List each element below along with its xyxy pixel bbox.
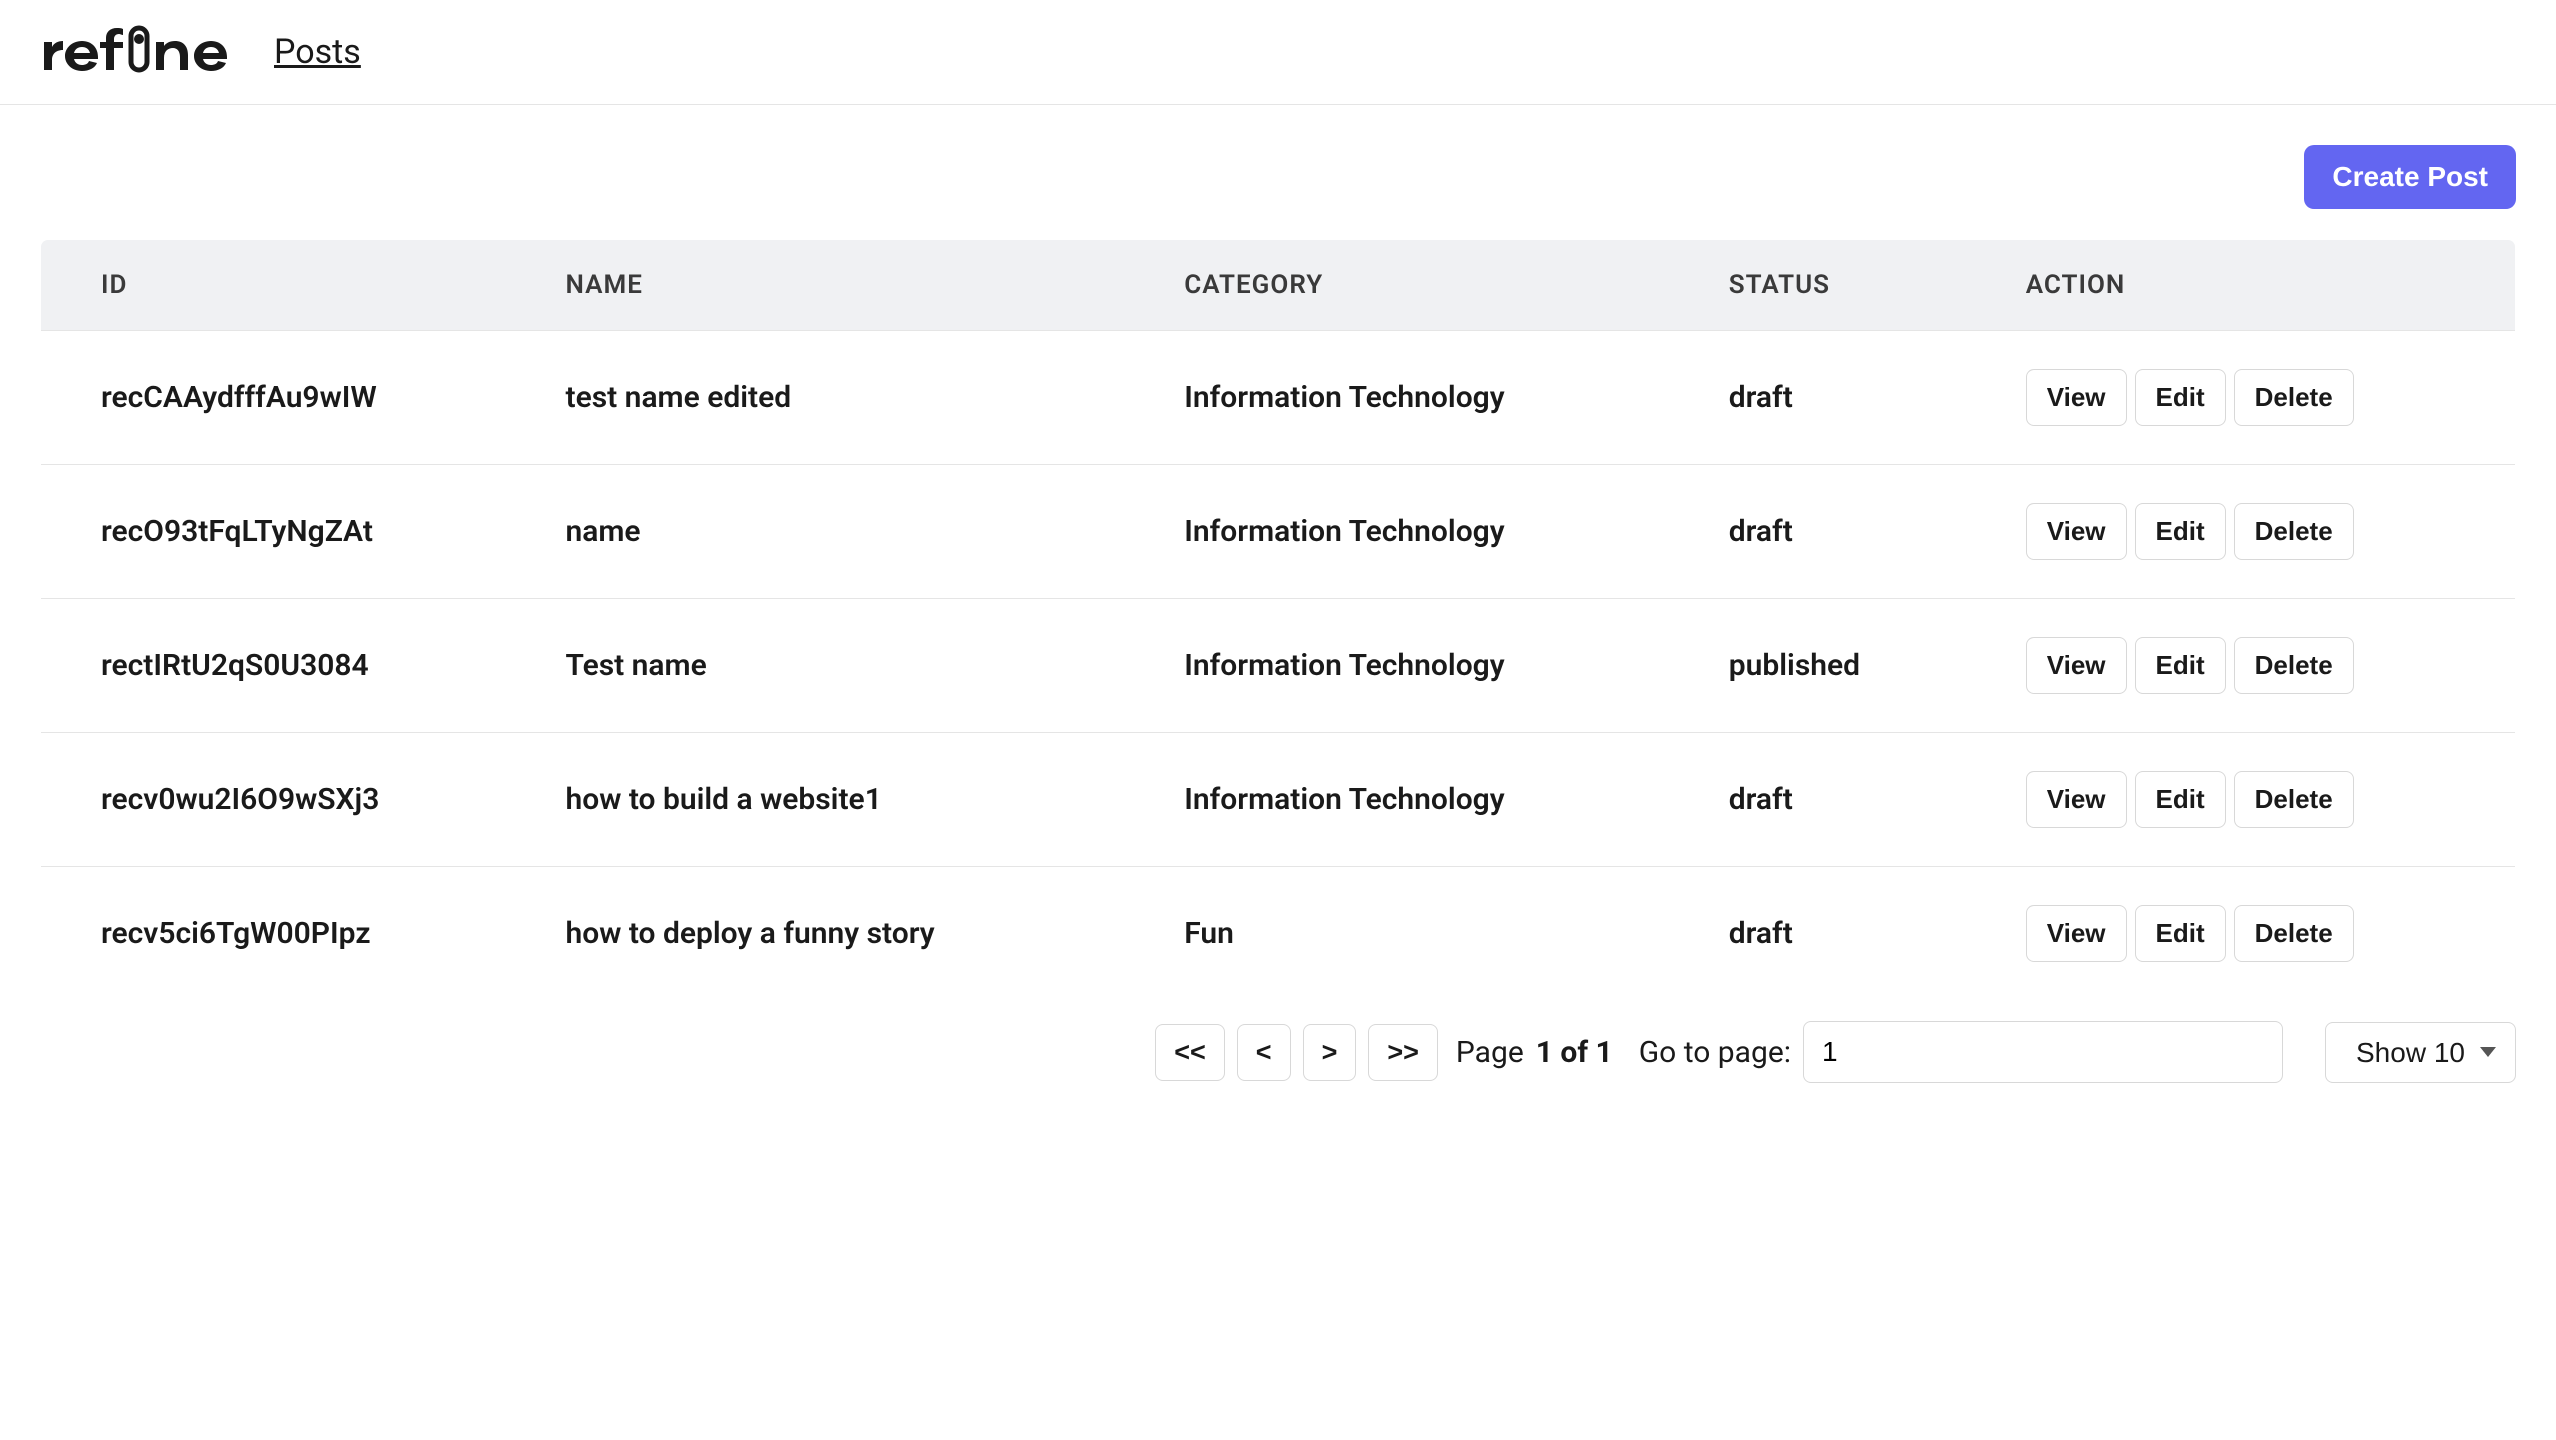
cell-id: recv5ci6TgW00PIpz — [41, 867, 536, 1001]
cell-id: recCAAydfffAu9wIW — [41, 331, 536, 465]
edit-button[interactable]: Edit — [2135, 771, 2226, 828]
cell-category: Information Technology — [1154, 331, 1699, 465]
cell-id: rectIRtU2qS0U3084 — [41, 599, 536, 733]
cell-action: ViewEditDelete — [1996, 331, 2516, 465]
cell-name: Test name — [536, 599, 1155, 733]
view-button[interactable]: View — [2026, 369, 2127, 426]
delete-button[interactable]: Delete — [2234, 503, 2354, 560]
view-button[interactable]: View — [2026, 771, 2127, 828]
last-page-button[interactable]: >> — [1368, 1024, 1438, 1081]
cell-status: published — [1699, 599, 1996, 733]
edit-button[interactable]: Edit — [2135, 905, 2226, 962]
cell-status: draft — [1699, 867, 1996, 1001]
column-header-action: ACTION — [1996, 240, 2516, 331]
edit-button[interactable]: Edit — [2135, 637, 2226, 694]
cell-name: how to build a website1 — [536, 733, 1155, 867]
goto-page-input[interactable] — [1803, 1021, 2283, 1083]
prev-page-button[interactable]: < — [1237, 1024, 1291, 1081]
refine-logo — [36, 20, 256, 84]
cell-category: Information Technology — [1154, 599, 1699, 733]
cell-name: how to deploy a funny story — [536, 867, 1155, 1001]
pagination: << < > >> Page 1 of 1 Go to page: Show 1… — [40, 1021, 2516, 1083]
edit-button[interactable]: Edit — [2135, 369, 2226, 426]
first-page-button[interactable]: << — [1155, 1024, 1225, 1081]
page-count: 1 of 1 — [1536, 1035, 1613, 1070]
cell-status: draft — [1699, 465, 1996, 599]
delete-button[interactable]: Delete — [2234, 637, 2354, 694]
column-header-status: STATUS — [1699, 240, 1996, 331]
cell-category: Information Technology — [1154, 733, 1699, 867]
column-header-name: NAME — [536, 240, 1155, 331]
next-page-button[interactable]: > — [1303, 1024, 1357, 1081]
column-header-id: ID — [41, 240, 536, 331]
cell-action: ViewEditDelete — [1996, 599, 2516, 733]
view-button[interactable]: View — [2026, 637, 2127, 694]
table-row: rectIRtU2qS0U3084Test nameInformation Te… — [41, 599, 2516, 733]
toolbar: Create Post — [40, 145, 2516, 209]
page-label: Page — [1456, 1035, 1524, 1070]
cell-action: ViewEditDelete — [1996, 867, 2516, 1001]
table-row: recv5ci6TgW00PIpzhow to deploy a funny s… — [41, 867, 2516, 1001]
table-row: recCAAydfffAu9wIWtest name editedInforma… — [41, 331, 2516, 465]
page-size-select[interactable]: Show 10 — [2325, 1022, 2516, 1083]
refine-logo-icon — [36, 20, 256, 84]
delete-button[interactable]: Delete — [2234, 369, 2354, 426]
cell-category: Fun — [1154, 867, 1699, 1001]
cell-name: test name edited — [536, 331, 1155, 465]
table-row: recO93tFqLTyNgZAtnameInformation Technol… — [41, 465, 2516, 599]
edit-button[interactable]: Edit — [2135, 503, 2226, 560]
cell-action: ViewEditDelete — [1996, 733, 2516, 867]
main-content: Create Post ID NAME CATEGORY STATUS ACTI… — [0, 105, 2556, 1123]
posts-table: ID NAME CATEGORY STATUS ACTION recCAAydf… — [40, 239, 2516, 1001]
table-row: recv0wu2I6O9wSXj3how to build a website1… — [41, 733, 2516, 867]
nav-link-posts[interactable]: Posts — [274, 32, 361, 72]
view-button[interactable]: View — [2026, 503, 2127, 560]
view-button[interactable]: View — [2026, 905, 2127, 962]
cell-name: name — [536, 465, 1155, 599]
cell-status: draft — [1699, 733, 1996, 867]
table-header-row: ID NAME CATEGORY STATUS ACTION — [41, 240, 2516, 331]
cell-id: recv0wu2I6O9wSXj3 — [41, 733, 536, 867]
cell-action: ViewEditDelete — [1996, 465, 2516, 599]
cell-status: draft — [1699, 331, 1996, 465]
app-header: Posts — [0, 0, 2556, 105]
delete-button[interactable]: Delete — [2234, 905, 2354, 962]
delete-button[interactable]: Delete — [2234, 771, 2354, 828]
goto-label: Go to page: — [1639, 1035, 1791, 1070]
create-post-button[interactable]: Create Post — [2304, 145, 2516, 209]
column-header-category: CATEGORY — [1154, 240, 1699, 331]
cell-id: recO93tFqLTyNgZAt — [41, 465, 536, 599]
cell-category: Information Technology — [1154, 465, 1699, 599]
